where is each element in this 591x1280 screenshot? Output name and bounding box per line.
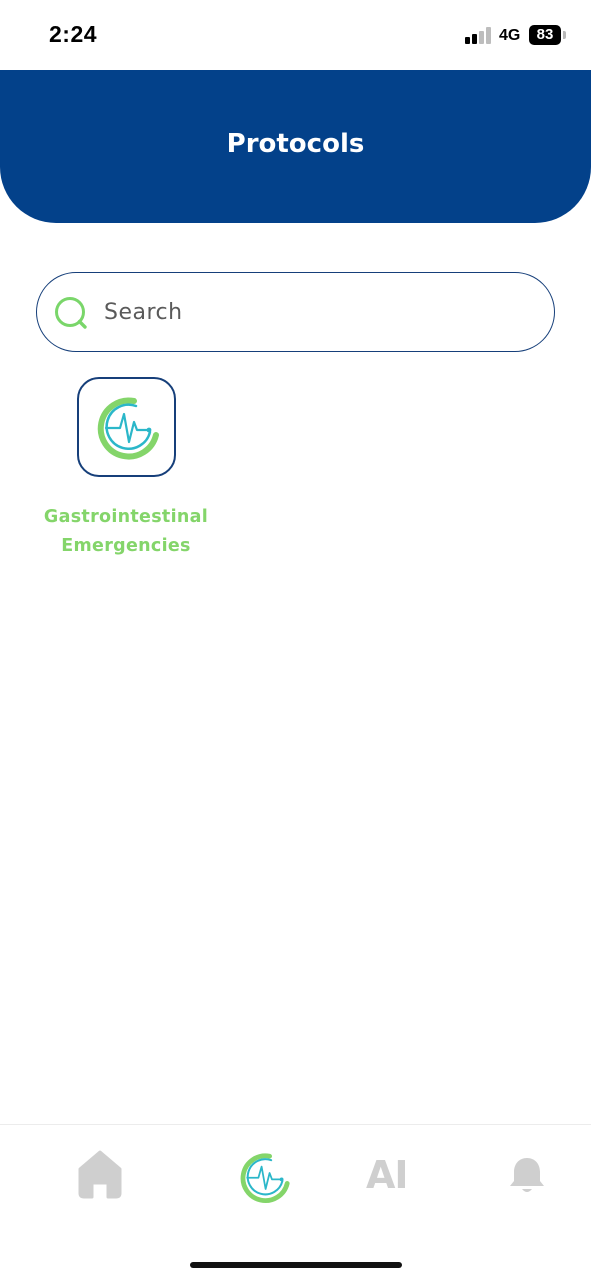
protocol-label[interactable]: Gastrointestinal Emergencies — [40, 503, 212, 561]
header: Protocols — [0, 70, 591, 223]
search-icon — [55, 297, 87, 329]
nav-protocols[interactable] — [236, 1149, 292, 1205]
heartbeat-logo-icon — [240, 1153, 290, 1203]
nav-ai-label: AI — [366, 1153, 409, 1197]
bottom-nav: AI — [0, 1124, 591, 1280]
network-type: 4G — [499, 27, 521, 44]
status-time: 2:24 — [49, 21, 98, 47]
protocol-tile[interactable]: Gastrointestinal Emergencies — [40, 377, 212, 567]
nav-notifications[interactable] — [505, 1153, 549, 1197]
home-icon — [78, 1150, 122, 1199]
status-bar: 2:24 4G 83 — [0, 0, 591, 70]
search-input[interactable] — [104, 291, 524, 333]
page-title: Protocols — [226, 129, 365, 159]
protocol-icon-frame[interactable] — [77, 377, 176, 477]
battery-cap — [563, 31, 566, 39]
home-indicator — [190, 1262, 402, 1268]
heartbeat-logo-icon — [97, 397, 159, 460]
nav-ai[interactable]: AI — [366, 1153, 424, 1197]
signal-strength-icon — [465, 27, 493, 44]
nav-home[interactable] — [70, 1141, 130, 1201]
search-bar[interactable] — [36, 272, 555, 352]
battery-icon: 83 — [529, 25, 561, 45]
bell-icon — [510, 1158, 544, 1192]
battery-level: 83 — [536, 26, 554, 43]
